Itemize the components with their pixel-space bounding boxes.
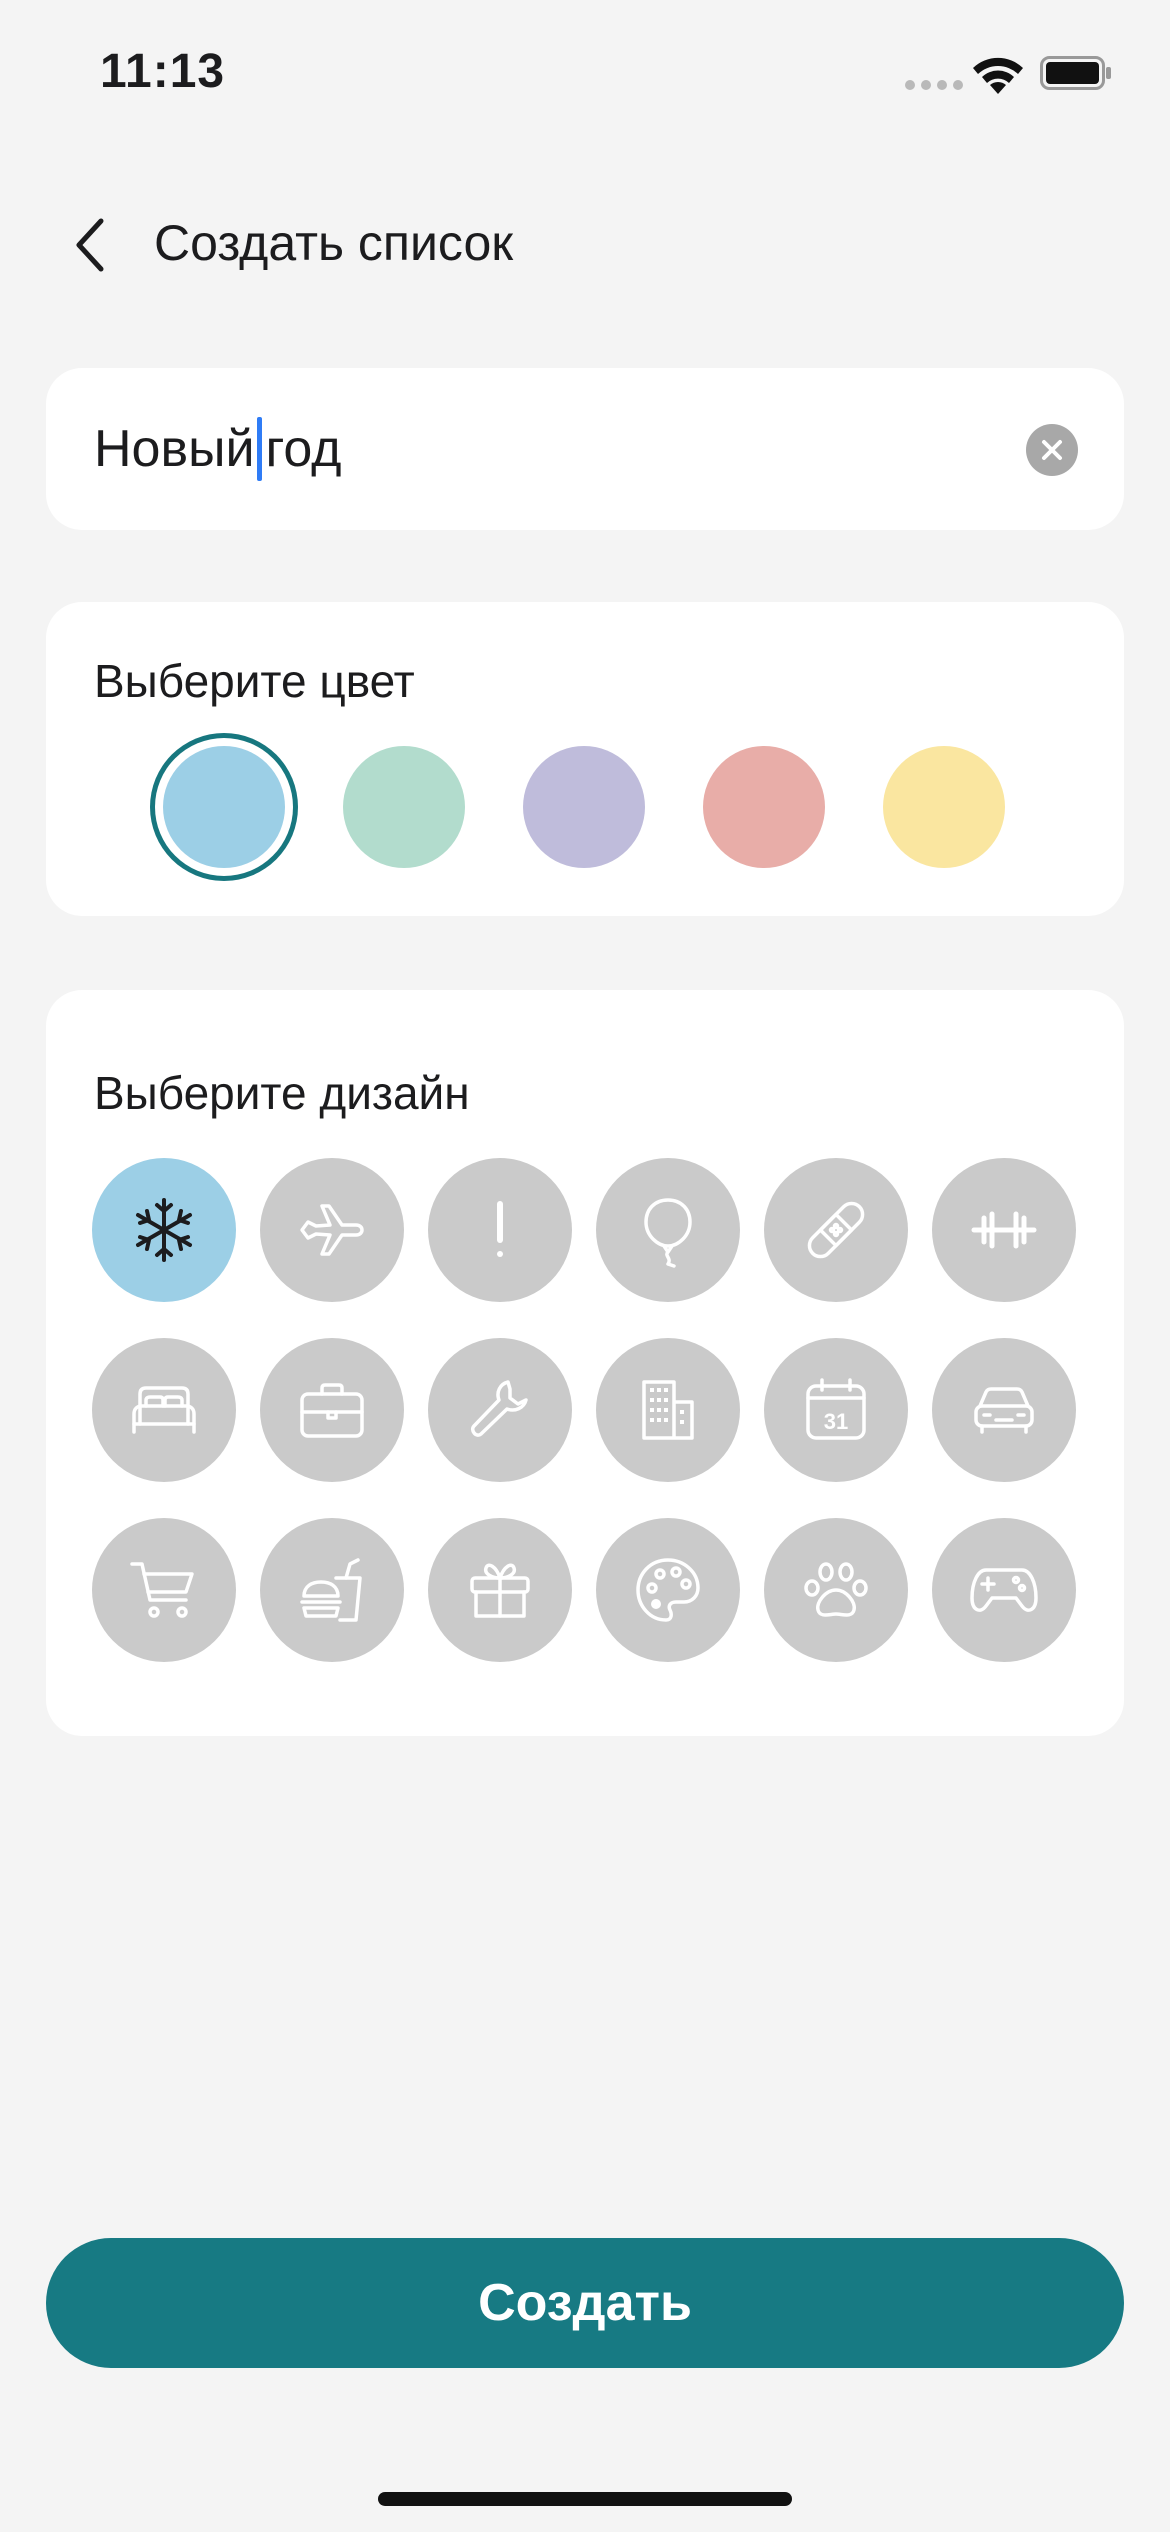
- design-option-bed[interactable]: [92, 1338, 236, 1482]
- design-option-cart[interactable]: [92, 1518, 236, 1662]
- design-option-snowflake[interactable]: [92, 1158, 236, 1302]
- design-option-gift[interactable]: [428, 1518, 572, 1662]
- color-swatch-yellow[interactable]: [883, 746, 1005, 868]
- gamepad-icon: [970, 1568, 1038, 1612]
- dumbbell-icon: [971, 1211, 1037, 1249]
- design-section-label: Выберите дизайн: [94, 1067, 470, 1119]
- clear-input-button[interactable]: [1026, 424, 1078, 476]
- design-option-dumbbell[interactable]: [932, 1158, 1076, 1302]
- header: Создать список: [0, 190, 1170, 300]
- battery-icon: [1040, 56, 1111, 90]
- clear-x-icon: [1042, 440, 1062, 460]
- color-swatch-pink[interactable]: [703, 746, 825, 868]
- design-option-palette[interactable]: [596, 1518, 740, 1662]
- list-name-card: Новый год: [46, 368, 1124, 530]
- calendar-day-text: 31: [824, 1409, 848, 1434]
- text-caret: [256, 417, 262, 481]
- status-time: 11:13: [100, 45, 226, 98]
- color-swatch-blue[interactable]: [163, 746, 285, 868]
- page-title: Создать список: [154, 215, 514, 271]
- back-button[interactable]: [58, 208, 122, 282]
- design-option-calendar[interactable]: 31: [764, 1338, 908, 1482]
- name-text-before-caret: Новый: [94, 420, 255, 478]
- color-swatch-lavender[interactable]: [523, 746, 645, 868]
- design-option-balloon[interactable]: [596, 1158, 740, 1302]
- design-option-airplane[interactable]: [260, 1158, 404, 1302]
- color-swatch-green[interactable]: [343, 746, 465, 868]
- name-text-after-caret: год: [265, 420, 342, 478]
- bandage-icon: [807, 1201, 865, 1259]
- balloon-icon: [644, 1198, 692, 1268]
- status-bar: 11:13: [0, 0, 1170, 140]
- palette-icon: [636, 1558, 700, 1622]
- gift-icon: [470, 1563, 530, 1618]
- create-button[interactable]: Создать: [46, 2238, 1124, 2368]
- design-option-fastfood[interactable]: [260, 1518, 404, 1662]
- fastfood-icon: [300, 1558, 362, 1622]
- car-icon: [974, 1387, 1034, 1434]
- design-option-bandage[interactable]: [764, 1158, 908, 1302]
- calendar-icon: 31: [806, 1378, 866, 1440]
- color-picker-card: Выберите цвет: [46, 602, 1124, 916]
- design-option-car[interactable]: [932, 1338, 1076, 1482]
- briefcase-icon: [300, 1383, 364, 1438]
- cellular-signal-icon: [905, 80, 963, 90]
- snowflake-icon: [136, 1198, 192, 1262]
- building-icon: [642, 1380, 694, 1440]
- design-option-building[interactable]: [596, 1338, 740, 1482]
- design-option-exclamation[interactable]: [428, 1158, 572, 1302]
- design-option-briefcase[interactable]: [260, 1338, 404, 1482]
- bed-icon: [132, 1386, 196, 1434]
- airplane-icon: [300, 1204, 364, 1256]
- chevron-left-icon: [76, 218, 104, 272]
- exclamation-icon: [497, 1201, 503, 1257]
- home-indicator: [378, 2492, 792, 2506]
- design-option-paw[interactable]: [764, 1518, 908, 1662]
- color-section-label: Выберите цвет: [94, 655, 415, 707]
- cart-icon: [130, 1562, 194, 1618]
- paw-icon: [804, 1562, 868, 1617]
- design-option-gamepad[interactable]: [932, 1518, 1076, 1662]
- list-name-input[interactable]: Новый год: [94, 368, 341, 530]
- wifi-icon: [973, 57, 1023, 94]
- design-picker-card: Выберите дизайн 31: [46, 990, 1124, 1736]
- wrench-icon: [470, 1380, 528, 1437]
- design-option-wrench[interactable]: [428, 1338, 572, 1482]
